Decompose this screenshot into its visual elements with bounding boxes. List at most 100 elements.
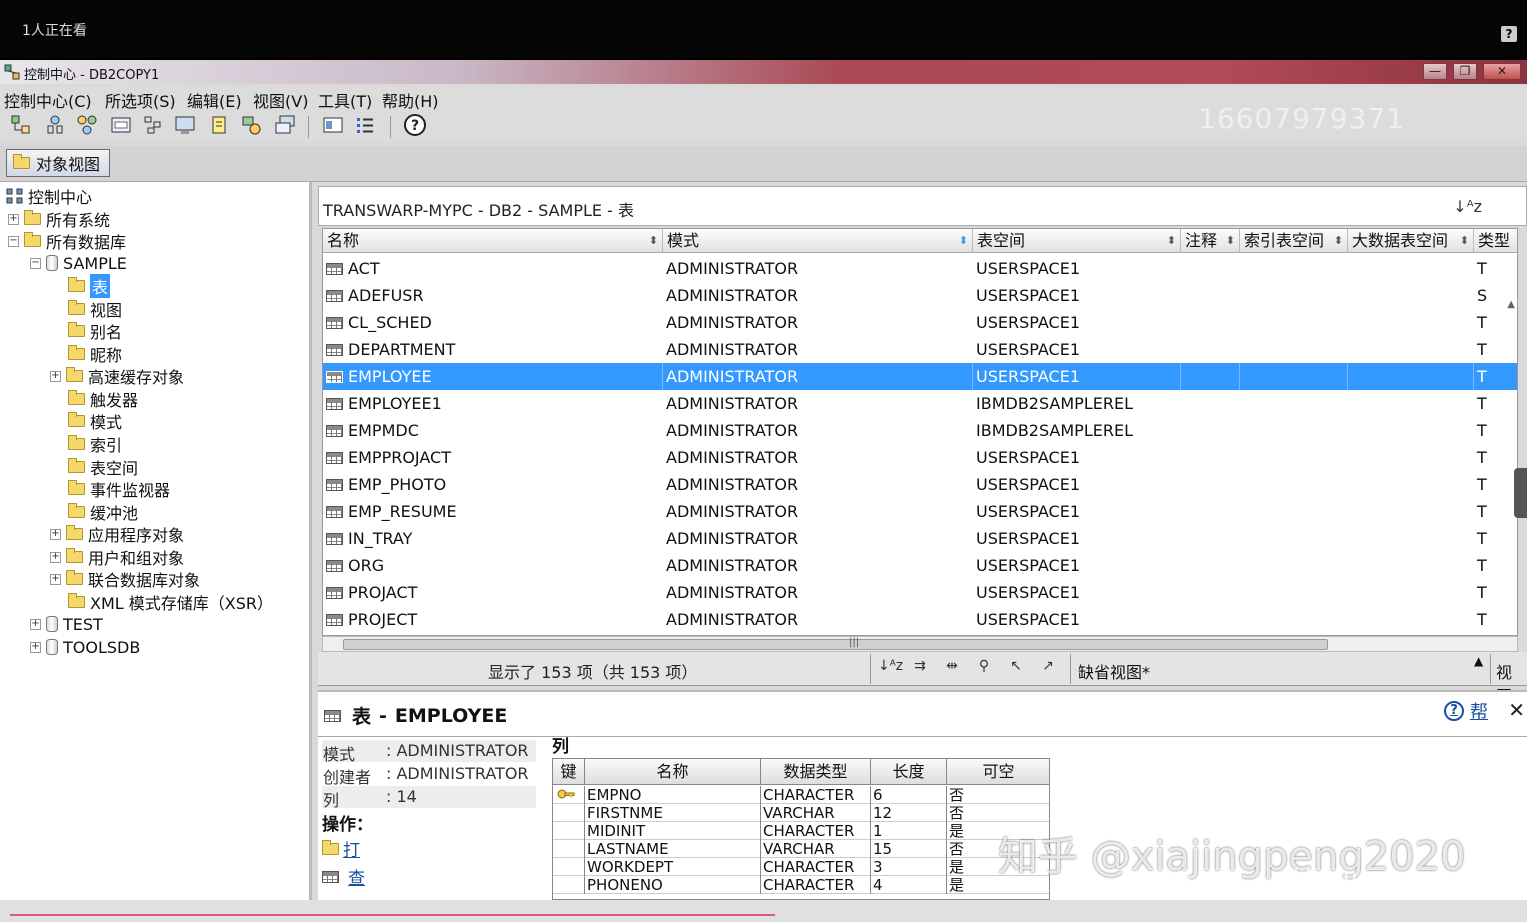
expand-icon[interactable]: + [50,528,61,540]
table-row[interactable]: EMP_PHOTO ADMINISTRATOR USERSPACE1 T [323,471,1517,498]
tree-item-xsr[interactable]: XML 模式存储库（XSR） [68,591,273,613]
table-row[interactable]: ORG ADMINISTRATOR USERSPACE1 T [323,552,1517,579]
help-icon[interactable]: ? [1501,26,1517,42]
table-row[interactable]: EMPPROJACT ADMINISTRATOR USERSPACE1 T [323,444,1517,471]
action-open[interactable]: 打 [322,836,360,861]
menu-tools[interactable]: 工具(T) [318,88,372,112]
find-icon[interactable]: ⚲ [974,658,994,678]
customize-columns-icon[interactable]: ⇹ [942,658,962,678]
tree-item-tablespaces[interactable]: 表空间 [68,456,138,478]
table-row[interactable]: PROJECT ADMINISTRATOR USERSPACE1 T [323,606,1517,633]
col-header-long-tablespace[interactable]: 大数据表空间 ⬍ [1348,229,1474,253]
tree-item-user-group-objects[interactable]: + 用户和组对象 [50,546,184,568]
scrollbar-thumb[interactable]: ||| [343,637,1328,650]
expand-icon[interactable]: + [50,573,61,585]
maximize-button[interactable]: ❐ [1453,63,1477,80]
expand-icon[interactable]: + [50,370,61,382]
col-header-comment[interactable]: 注释 ⬍ [1181,229,1240,253]
tree-item-sample[interactable]: − SAMPLE [30,252,127,274]
replication-icon[interactable] [42,112,68,138]
table-row[interactable]: EMPMDC ADMINISTRATOR IBMDB2SAMPLEREL T [323,417,1517,444]
close-button[interactable]: ✕ [1483,63,1521,80]
tools-settings-icon[interactable] [272,112,298,138]
tree-item-all-databases[interactable]: − 所有数据库 [8,230,126,252]
menu-edit[interactable]: 编辑(E) [187,88,242,112]
journal-icon[interactable] [206,112,232,138]
table-row[interactable]: DEPARTMENT ADMINISTRATOR USERSPACE1 T [323,336,1517,363]
list-view-icon[interactable] [352,112,378,138]
select-all-icon[interactable]: ↖ [1006,658,1026,678]
license-center-icon[interactable] [238,112,264,138]
tree-item-aliases[interactable]: 别名 [68,320,122,342]
table-row[interactable]: ACT ADMINISTRATOR USERSPACE1 T [323,255,1517,282]
object-view-button[interactable]: 对象视图 [6,149,110,177]
deselect-icon[interactable]: ↗ [1038,658,1058,678]
action-query[interactable]: 查 [322,864,365,889]
sort-icon[interactable]: ↓ᴬz [878,658,903,678]
health-center-icon[interactable] [172,112,198,138]
tree-item-tables[interactable]: 表 [68,274,111,298]
column-row[interactable]: PHONENO CHARACTER 4 是 [553,876,1049,894]
table-row[interactable]: IN_TRAY ADMINISTRATOR USERSPACE1 T [323,525,1517,552]
tree-item-application-objects[interactable]: + 应用程序对象 [50,523,184,545]
scroll-up-icon[interactable]: ▲ [1507,299,1515,310]
details-help-link[interactable]: ? 帮 [1444,698,1488,724]
expand-icon[interactable]: + [8,213,19,225]
tree-item-triggers[interactable]: 触发器 [68,388,138,410]
show-details-icon[interactable] [320,112,346,138]
menu-view[interactable]: 视图(V) [253,88,308,112]
tree-item-test[interactable]: + TEST [30,613,103,635]
col-header-name[interactable]: 名称 ⬍ [323,229,663,253]
view-menu-arrow-icon[interactable]: ▲ [1474,654,1483,668]
system-tree-icon[interactable] [8,112,34,138]
command-editor-icon[interactable] [108,112,134,138]
table-row[interactable]: EMPLOYEE1 ADMINISTRATOR IBMDB2SAMPLEREL T [323,390,1517,417]
column-row[interactable]: FIRSTNME VARCHAR 12 否 [553,804,1049,822]
column-row[interactable]: LASTNAME VARCHAR 15 否 [553,840,1049,858]
expand-icon[interactable]: + [30,618,41,630]
sort-icon[interactable]: ↓ᴬz [1453,197,1482,216]
col-length-header[interactable]: 长度 [871,759,947,785]
table-row[interactable]: PROJACT ADMINISTRATOR USERSPACE1 T [323,579,1517,606]
collapse-icon[interactable]: − [30,257,41,269]
satellite-icon[interactable] [74,112,100,138]
tree-item-federated-objects[interactable]: + 联合数据库对象 [50,568,200,590]
col-key-header[interactable]: 键 [553,759,585,785]
details-close-icon[interactable]: ✕ [1508,698,1525,722]
tree-item-all-systems[interactable]: + 所有系统 [8,208,110,230]
column-row[interactable]: MIDINIT CHARACTER 1 是 [553,822,1049,840]
expand-icon[interactable]: + [50,551,61,563]
col-type-header[interactable]: 数据类型 [761,759,871,785]
view-selector[interactable]: 缺省视图* [1078,659,1150,683]
table-row[interactable]: CL_SCHED ADMINISTRATOR USERSPACE1 T [323,309,1517,336]
tree-item-views[interactable]: 视图 [68,298,122,320]
help-circle-icon[interactable]: ? [402,112,428,138]
table-row[interactable]: EMPLOYEE ADMINISTRATOR USERSPACE1 T [323,363,1517,390]
tree-item-schemas[interactable]: 模式 [68,410,122,432]
table-row[interactable]: EMP_RESUME ADMINISTRATOR USERSPACE1 T [323,498,1517,525]
tree-root[interactable]: 控制中心 [6,185,92,207]
menu-control-center[interactable]: 控制中心(C) [4,88,92,112]
col-header-tablespace[interactable]: 表空间 ⬍ [973,229,1181,253]
column-row[interactable]: EMPNO CHARACTER 6 否 [553,786,1049,804]
tree-item-indexes[interactable]: 索引 [68,433,122,455]
expand-icon[interactable]: + [30,641,41,653]
tree-item-cache-objects[interactable]: + 高速缓存对象 [50,365,184,387]
col-header-type[interactable]: 类型 [1474,229,1517,253]
tree-item-buffer-pools[interactable]: 缓冲池 [68,501,138,523]
col-name-header[interactable]: 名称 [585,759,761,785]
table-row[interactable]: ADEFUSR ADMINISTRATOR USERSPACE1 S [323,282,1517,309]
side-expand-tab[interactable] [1514,468,1527,518]
filter-icon[interactable]: ⇉ [910,658,930,678]
tree-item-nicknames[interactable]: 昵称 [68,343,122,365]
col-nullable-header[interactable]: 可空 [947,759,1049,785]
minimize-button[interactable]: — [1423,63,1447,80]
column-row[interactable]: WORKDEPT CHARACTER 3 是 [553,858,1049,876]
menu-help[interactable]: 帮助(H) [382,88,439,112]
menu-selected[interactable]: 所选项(S) [105,88,176,112]
horizontal-scrollbar[interactable]: ||| [322,636,1518,652]
col-header-schema[interactable]: 模式 ⬍ [663,229,973,253]
tree-item-event-monitors[interactable]: 事件监视器 [68,478,170,500]
col-header-index-tablespace[interactable]: 索引表空间 ⬍ [1240,229,1348,253]
tree-item-toolsdb[interactable]: + TOOLSDB [30,636,140,658]
